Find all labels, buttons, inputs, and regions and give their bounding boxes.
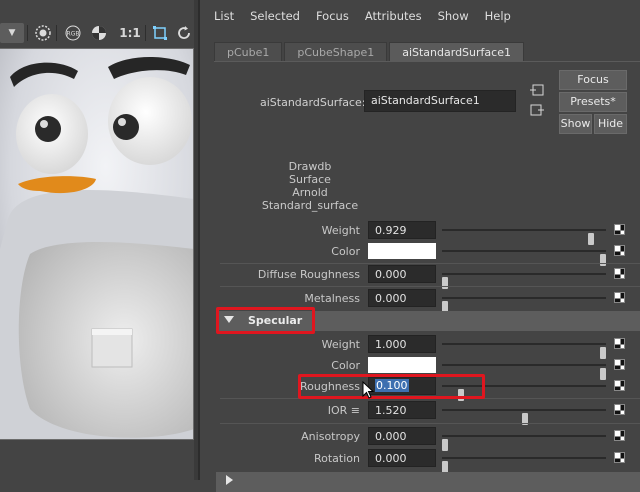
specular-rotation-field[interactable]: 0.000 xyxy=(368,449,436,467)
menu-show[interactable]: Show xyxy=(438,9,469,23)
base-weight-field[interactable]: 0.929 xyxy=(368,221,436,239)
node-type-label: aiStandardSurface: xyxy=(260,96,366,109)
menu-attributes[interactable]: Attributes xyxy=(365,9,422,23)
gamma-icon[interactable] xyxy=(89,23,109,43)
specular-anisotropy-field[interactable]: 0.000 xyxy=(368,427,436,445)
specular-ior-slider[interactable] xyxy=(442,409,606,425)
attr-label: Metalness xyxy=(304,292,360,305)
attr-label: Weight xyxy=(321,338,360,351)
specular-color-swatch[interactable] xyxy=(368,357,436,373)
classification-line: Standard_surface xyxy=(261,199,359,212)
metalness-field[interactable]: 0.000 xyxy=(368,289,436,307)
map-button-icon[interactable] xyxy=(614,268,625,279)
exposure-icon[interactable] xyxy=(33,23,53,43)
viewport-menu-dropdown[interactable]: ▼ xyxy=(0,23,24,43)
viewport-toolbar: ▼ RGB 1:1 xyxy=(0,20,198,47)
attr-row-base-color: Color xyxy=(220,241,640,266)
specular-highlight-box xyxy=(216,307,315,334)
map-button-icon[interactable] xyxy=(614,380,625,391)
hide-button[interactable]: Hide xyxy=(594,114,627,134)
map-button-icon[interactable] xyxy=(614,224,625,235)
attr-row-specular-rotation: Rotation 0.000 xyxy=(220,448,640,473)
specular-weight-slider[interactable] xyxy=(442,343,606,359)
rgb-channel-icon[interactable]: RGB xyxy=(62,23,84,43)
tab-pcubeshape1[interactable]: pCubeShape1 xyxy=(284,42,388,62)
specular-weight-field[interactable]: 1.000 xyxy=(368,335,436,353)
presets-button[interactable]: Presets* xyxy=(559,92,627,112)
node-tabs: pCube1 pCubeShape1 aiStandardSurface1 xyxy=(214,42,526,62)
menu-focus[interactable]: Focus xyxy=(316,9,349,23)
attribute-editor-menubar: List Selected Focus Attributes Show Help xyxy=(200,0,640,32)
attr-row-specular-color: Color xyxy=(220,355,640,380)
attr-row-specular-weight: Weight 1.000 xyxy=(220,334,640,359)
row-divider xyxy=(220,423,640,424)
attr-label: Weight xyxy=(321,224,360,237)
attr-label: Color xyxy=(331,359,360,372)
chevron-down-icon: ▼ xyxy=(8,28,16,38)
attr-row-specular-anisotropy: Anisotropy 0.000 xyxy=(220,426,640,451)
region-render-icon[interactable] xyxy=(150,23,170,43)
zoom-ratio[interactable]: 1:1 xyxy=(118,23,142,43)
specular-color-slider[interactable] xyxy=(442,364,606,380)
toolbar-separator xyxy=(27,25,28,41)
show-button[interactable]: Show xyxy=(559,114,592,134)
attr-label: IOR ≡ xyxy=(327,404,360,417)
next-section-header[interactable] xyxy=(216,472,640,492)
metalness-slider[interactable] xyxy=(442,297,606,313)
map-button-icon[interactable] xyxy=(614,359,625,370)
attr-row-specular-ior: IOR ≡ 1.520 xyxy=(220,400,640,425)
node-classification: Drawdb Surface Arnold Standard_surface xyxy=(260,160,360,212)
classification-line: Surface xyxy=(289,173,331,186)
map-button-icon[interactable] xyxy=(614,292,625,303)
tabs-divider xyxy=(214,61,640,62)
tab-pcube1[interactable]: pCube1 xyxy=(214,42,283,62)
map-button-icon[interactable] xyxy=(614,338,625,349)
diffuse-roughness-field[interactable]: 0.000 xyxy=(368,265,436,283)
render-view[interactable] xyxy=(0,48,194,440)
base-color-slider[interactable] xyxy=(442,250,606,266)
specular-ior-field[interactable]: 1.520 xyxy=(368,401,436,419)
menu-list[interactable]: List xyxy=(214,9,234,23)
roughness-highlight-box xyxy=(298,374,485,399)
base-weight-slider[interactable] xyxy=(442,229,606,245)
node-name-field[interactable]: aiStandardSurface1 xyxy=(364,90,516,112)
input-connection-icon[interactable] xyxy=(530,84,544,96)
attr-row-diffuse-roughness: Diffuse Roughness 0.000 xyxy=(220,264,640,289)
specular-anisotropy-slider[interactable] xyxy=(442,435,606,451)
row-divider xyxy=(220,286,640,287)
attr-label: Anisotropy xyxy=(301,430,360,443)
focus-button[interactable]: Focus xyxy=(559,70,627,90)
snowman-render-image xyxy=(0,49,193,439)
menu-help[interactable]: Help xyxy=(485,9,511,23)
base-color-swatch[interactable] xyxy=(368,243,436,259)
output-connection-icon[interactable] xyxy=(530,104,544,116)
viewport-panel[interactable]: ▼ RGB 1:1 xyxy=(0,0,198,480)
classification-line: Drawdb xyxy=(288,160,332,173)
attr-row-metalness: Metalness 0.000 xyxy=(220,288,640,313)
mouse-cursor-icon xyxy=(362,381,375,399)
map-button-icon[interactable] xyxy=(614,430,625,441)
attr-label: Diffuse Roughness xyxy=(257,268,360,281)
svg-text:RGB: RGB xyxy=(67,31,80,38)
map-button-icon[interactable] xyxy=(614,245,625,256)
attr-label: Color xyxy=(331,245,360,258)
toolbar-separator xyxy=(145,25,146,41)
attr-label: Rotation xyxy=(313,452,360,465)
map-button-icon[interactable] xyxy=(614,404,625,415)
classification-line: Arnold xyxy=(292,186,328,199)
diffuse-roughness-slider[interactable] xyxy=(442,273,606,289)
attr-row-base-weight: Weight 0.929 xyxy=(220,220,640,245)
menu-selected[interactable]: Selected xyxy=(250,9,300,23)
attribute-editor: List Selected Focus Attributes Show Help… xyxy=(198,0,640,492)
tab-aistandardsurface1[interactable]: aiStandardSurface1 xyxy=(389,42,524,62)
specular-rotation-slider[interactable] xyxy=(442,457,606,473)
refresh-icon[interactable] xyxy=(174,23,194,43)
expand-triangle-icon[interactable] xyxy=(226,475,233,485)
map-button-icon[interactable] xyxy=(614,452,625,463)
toolbar-separator xyxy=(56,25,57,41)
